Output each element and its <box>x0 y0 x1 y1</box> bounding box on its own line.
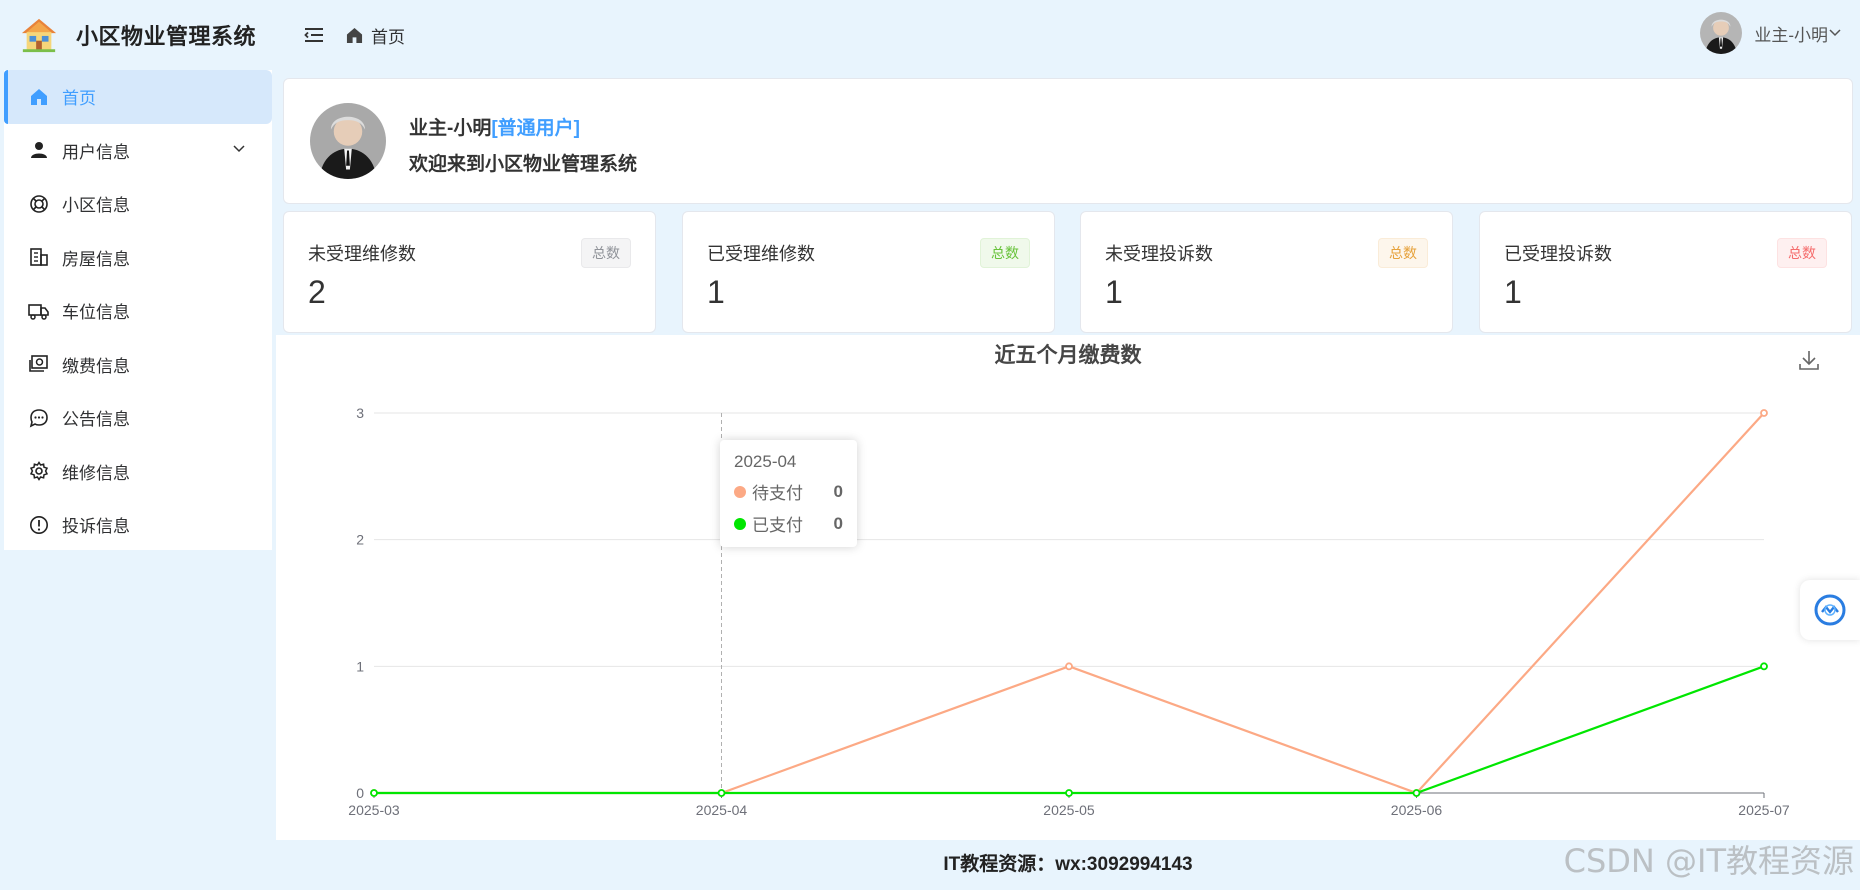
sidebar-item-label: 首页 <box>62 89 96 109</box>
welcome-role: [普通用户] <box>491 118 580 139</box>
stat-value: 1 <box>1504 274 1522 310</box>
data-point <box>1760 409 1768 417</box>
chevron-down-icon <box>233 144 245 152</box>
x-tick-label: 2025-03 <box>348 802 400 818</box>
stat-title: 未受理维修数 <box>308 244 416 264</box>
sidebar-item-notice[interactable]: 公告信息 <box>4 391 272 445</box>
data-point <box>1065 662 1073 671</box>
sidebar-item-house[interactable]: 房屋信息 <box>4 231 272 285</box>
stat-title: 已受理投诉数 <box>1504 244 1612 264</box>
x-tick-label: 2025-07 <box>1738 802 1790 818</box>
series-dot <box>734 485 746 498</box>
stat-card-handled-complaints: 已受理投诉数 1 总数 <box>1479 211 1852 333</box>
app-title: 小区物业管理系统 <box>76 24 257 49</box>
tooltip-row: 待支付 0 <box>734 479 843 504</box>
avatar <box>1700 12 1743 54</box>
tooltip-label: 待支付 <box>752 484 803 503</box>
home-icon <box>346 27 363 43</box>
status-badge: 总数 <box>581 238 631 268</box>
data-point <box>1760 662 1768 671</box>
x-tick-label: 2025-04 <box>696 802 748 818</box>
series-line-0 <box>374 412 1765 795</box>
stat-value: 2 <box>308 274 326 310</box>
warning-icon <box>28 514 50 536</box>
data-point <box>1412 789 1421 797</box>
y-tick-label: 3 <box>356 405 364 421</box>
data-point <box>717 789 726 797</box>
stat-title: 已受理维修数 <box>707 244 815 264</box>
sidebar-item-label: 小区信息 <box>62 196 130 216</box>
x-tick-label: 2025-06 <box>1391 802 1443 818</box>
home-icon <box>28 86 50 108</box>
tooltip-row: 已支付 0 <box>734 511 843 536</box>
sidebar-item-label: 投诉信息 <box>62 517 130 537</box>
sidebar-item-label: 房屋信息 <box>62 249 130 269</box>
building-icon <box>28 246 50 268</box>
stat-value: 1 <box>1105 274 1123 310</box>
welcome-name: 业主-小明[普通用户] <box>409 113 580 140</box>
status-badge: 总数 <box>1777 238 1827 268</box>
status-badge: 总数 <box>1378 238 1428 268</box>
tooltip-value: 0 <box>833 481 843 501</box>
tooltip-label: 已支付 <box>752 516 803 535</box>
chevron-down-icon <box>1829 29 1841 37</box>
payment-chart-card: 近五个月缴费数 0 1 2 3 2025-03 2025-04 2025-05 2025-06… <box>276 335 1860 840</box>
stat-card-unhandled-repairs: 未受理维修数 2 总数 <box>283 211 656 333</box>
stat-title: 未受理投诉数 <box>1105 244 1213 264</box>
sidebar-item-label: 公告信息 <box>62 410 130 430</box>
welcome-message: 欢迎来到小区物业管理系统 <box>409 154 638 175</box>
chart-tooltip: 2025-04 待支付 0 已支付 0 <box>720 440 857 547</box>
sidebar-item-parking[interactable]: 车位信息 <box>4 284 272 338</box>
welcome-username: 业主-小明 <box>409 118 492 139</box>
sidebar-menu: 首页 用户信息 小区信息 房屋信息 车位信息 缴费信息 公告信息 维修信息 投诉… <box>4 70 272 550</box>
sidebar-item-community[interactable]: 小区信息 <box>4 177 272 231</box>
sidebar: 小区物业管理系统 首页 用户信息 小区信息 房屋信息 车位信息 缴费信息 公告信… <box>0 0 276 890</box>
assistant-float-button[interactable] <box>1800 580 1860 640</box>
sidebar-item-label: 车位信息 <box>62 303 130 323</box>
tooltip-value: 0 <box>833 513 843 533</box>
collapse-menu-icon[interactable] <box>302 23 326 47</box>
breadcrumb: 首页 <box>346 23 405 48</box>
data-point <box>1065 789 1073 797</box>
logo: 小区物业管理系统 <box>0 0 276 70</box>
truck-icon <box>28 300 50 322</box>
user-icon <box>28 139 50 161</box>
house-logo-icon <box>21 18 57 53</box>
welcome-card: 业主-小明[普通用户] 欢迎来到小区物业管理系统 <box>283 78 1853 204</box>
user-dropdown[interactable]: 业主-小明 <box>1700 12 1842 54</box>
series-dot <box>734 517 746 530</box>
sidebar-item-users[interactable]: 用户信息 <box>4 124 272 178</box>
sidebar-item-label: 缴费信息 <box>62 356 130 376</box>
payment-icon <box>28 353 50 375</box>
y-tick-label: 0 <box>356 785 364 801</box>
breadcrumb-home[interactable]: 首页 <box>371 23 405 48</box>
stat-card-handled-repairs: 已受理维修数 1 总数 <box>682 211 1055 333</box>
stat-card-unhandled-complaints: 未受理投诉数 1 总数 <box>1080 211 1453 333</box>
top-header: 首页 业主-小明 <box>276 0 1860 70</box>
sidebar-item-payment[interactable]: 缴费信息 <box>4 338 272 392</box>
y-tick-label: 1 <box>356 658 364 674</box>
line-chart: 0 1 2 3 2025-03 2025-04 2025-05 2025-06 2025-07 <box>348 405 1790 818</box>
chat-icon <box>28 407 50 429</box>
stat-value: 1 <box>707 274 725 310</box>
gear-icon <box>28 460 50 482</box>
header-username: 业主-小明 <box>1754 25 1828 45</box>
data-point <box>370 789 378 797</box>
sidebar-item-label: 维修信息 <box>62 463 130 483</box>
avatar <box>310 103 386 179</box>
watermark: CSDN @IT教程资源 <box>1563 842 1854 880</box>
sidebar-item-repair[interactable]: 维修信息 <box>4 445 272 499</box>
sidebar-item-label: 用户信息 <box>62 142 130 162</box>
tooltip-title: 2025-04 <box>734 452 797 471</box>
sidebar-item-complaint[interactable]: 投诉信息 <box>4 498 272 552</box>
series-line-1 <box>374 665 1765 795</box>
y-tick-label: 2 <box>356 532 364 548</box>
community-icon <box>28 193 50 215</box>
assistant-icon <box>1814 594 1846 626</box>
status-badge: 总数 <box>980 238 1030 268</box>
sidebar-item-home[interactable]: 首页 <box>4 70 272 124</box>
x-tick-label: 2025-05 <box>1043 802 1095 818</box>
